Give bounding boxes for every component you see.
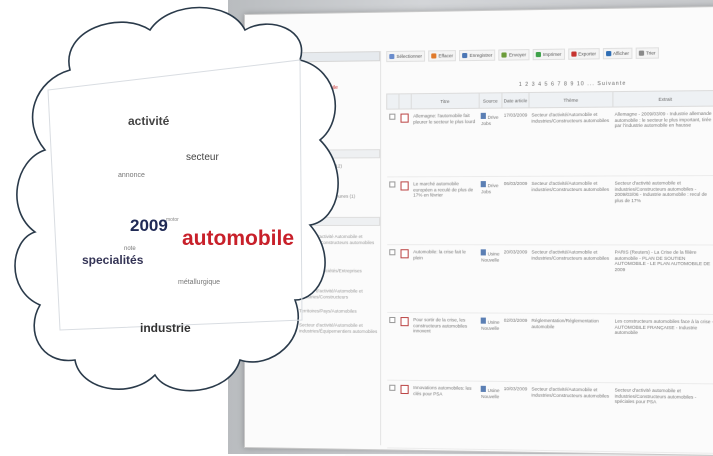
tag-cloud-bubble <box>14 6 339 392</box>
tag-motor[interactable]: motor <box>166 217 179 223</box>
tag-industrie[interactable]: industrie <box>140 321 191 335</box>
tag-annonce[interactable]: annonce <box>118 172 145 179</box>
tag-automobile[interactable]: automobile <box>182 227 294 251</box>
tag-specialites[interactable]: specialités <box>82 253 143 267</box>
tag-secteur[interactable]: secteur <box>186 152 219 163</box>
tag-2009[interactable]: 2009 <box>130 216 168 236</box>
tag-activite[interactable]: activité <box>128 114 169 128</box>
tag-note[interactable]: note <box>124 246 136 252</box>
tag-metallurgique[interactable]: métallurgique <box>178 279 220 286</box>
